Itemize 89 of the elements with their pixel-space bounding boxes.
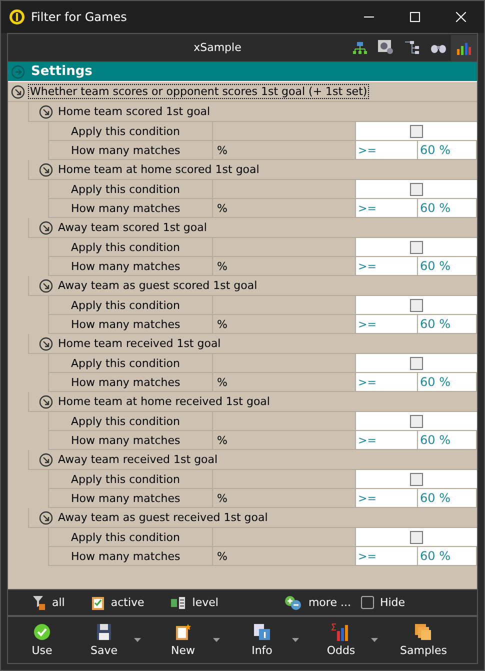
checkbox[interactable] <box>410 530 423 544</box>
value-field[interactable]: 60 % <box>418 431 477 449</box>
toolbar-button[interactable]: Save <box>78 623 147 657</box>
condition-title[interactable]: Home team at home received 1st goal <box>57 395 271 408</box>
operator-field[interactable]: >= <box>356 257 418 275</box>
condition-title[interactable]: Away team as guest received 1st goal <box>57 511 269 524</box>
checkbox[interactable] <box>410 240 423 254</box>
expand-icon[interactable] <box>39 162 53 176</box>
window-title: Filter for Games <box>31 10 128 24</box>
checkbox[interactable] <box>410 356 423 370</box>
close-icon[interactable] <box>456 12 466 22</box>
property-label: How many matches <box>49 431 213 449</box>
toolbar-button[interactable]: New <box>157 623 226 657</box>
bar-chart-icon[interactable] <box>451 34 477 60</box>
value-field[interactable]: 60 % <box>418 141 477 159</box>
checkbox[interactable] <box>410 182 423 196</box>
property-label: How many matches <box>49 141 213 159</box>
value-field[interactable]: 60 % <box>418 315 477 333</box>
condition-title[interactable]: Home team at home scored 1st goal <box>57 163 260 176</box>
operator-field[interactable]: >= <box>356 315 418 333</box>
expand-icon[interactable] <box>39 220 53 234</box>
operator-field[interactable]: >= <box>356 141 418 159</box>
property-label: How many matches <box>49 315 213 333</box>
operator-field[interactable]: >= <box>356 431 418 449</box>
value-field[interactable]: 60 % <box>418 199 477 217</box>
expand-icon[interactable] <box>39 452 53 466</box>
checkbox[interactable] <box>410 414 423 428</box>
condition-title[interactable]: Home team scored 1st goal <box>57 105 212 118</box>
hide-checkbox[interactable]: Hide <box>360 596 406 609</box>
property-label: Apply this condition <box>49 296 213 314</box>
property-label: Apply this condition <box>49 238 213 256</box>
expand-icon[interactable] <box>39 336 53 350</box>
operator-field[interactable]: >= <box>356 199 418 217</box>
operator-field[interactable]: >= <box>356 489 418 507</box>
caret-icon[interactable] <box>213 638 220 642</box>
group-title[interactable]: Whether team scores or opponent scores 1st goal (+ 1st set) <box>29 85 368 98</box>
checkbox[interactable] <box>410 124 423 138</box>
property-label: Apply this condition <box>49 180 213 198</box>
property-label: How many matches <box>49 489 213 507</box>
toolbar-button[interactable]: Use <box>16 623 68 657</box>
expand-icon[interactable] <box>39 278 53 292</box>
toolbar-button[interactable]: Odds <box>315 623 384 657</box>
new-document-icon <box>174 623 192 641</box>
property-label: Apply this condition <box>49 470 213 488</box>
condition-title[interactable]: Away team received 1st goal <box>57 453 219 466</box>
property-label: Apply this condition <box>49 122 213 140</box>
bar-chart-icon <box>331 623 351 641</box>
checkmark-icon <box>33 623 51 641</box>
levels-icon <box>170 596 186 610</box>
property-label: How many matches <box>49 199 213 217</box>
stacked-pages-icon <box>414 623 432 641</box>
toolbar-button[interactable]: Samples <box>394 623 453 657</box>
filter-button[interactable]: all <box>28 594 69 610</box>
property-label: Apply this condition <box>49 412 213 430</box>
property-label: Apply this condition <box>49 354 213 372</box>
expand-icon[interactable] <box>39 394 53 408</box>
expand-icon[interactable] <box>39 104 53 118</box>
caret-icon[interactable] <box>134 638 141 642</box>
checkbox[interactable] <box>410 298 423 312</box>
app-logo-icon <box>9 9 25 25</box>
property-label: Apply this condition <box>49 528 213 546</box>
property-label: How many matches <box>49 373 213 391</box>
funnel-icon <box>32 594 46 610</box>
expand-icon[interactable] <box>11 84 25 98</box>
value-field[interactable]: 60 % <box>418 373 477 391</box>
value-field[interactable]: 60 % <box>418 489 477 507</box>
value-field[interactable]: 60 % <box>418 547 477 565</box>
caret-icon[interactable] <box>292 638 299 642</box>
value-field[interactable]: 60 % <box>418 257 477 275</box>
condition-title[interactable]: Home team received 1st goal <box>57 337 222 350</box>
property-label: How many matches <box>49 547 213 565</box>
clipboard-check-icon <box>90 594 105 610</box>
condition-title[interactable]: Away team as guest scored 1st goal <box>57 279 258 292</box>
condition-title[interactable]: Away team scored 1st goal <box>57 221 208 234</box>
expand-icon[interactable] <box>39 510 53 524</box>
filter-button[interactable]: active <box>86 594 148 610</box>
checkbox[interactable] <box>410 472 423 486</box>
toolbar-title: xSample <box>192 41 242 54</box>
filter-button[interactable]: level <box>166 596 222 610</box>
info-documents-icon <box>253 623 271 641</box>
filter-button[interactable]: more ... <box>280 594 355 610</box>
operator-field[interactable]: >= <box>356 547 418 565</box>
toolbar-button[interactable]: Info <box>236 623 305 657</box>
caret-icon[interactable] <box>371 638 378 642</box>
section-title: Settings <box>31 64 92 79</box>
operator-field[interactable]: >= <box>356 373 418 391</box>
property-label: How many matches <box>49 257 213 275</box>
maximize-icon[interactable] <box>410 12 420 22</box>
plus-minus-icon <box>284 594 302 610</box>
